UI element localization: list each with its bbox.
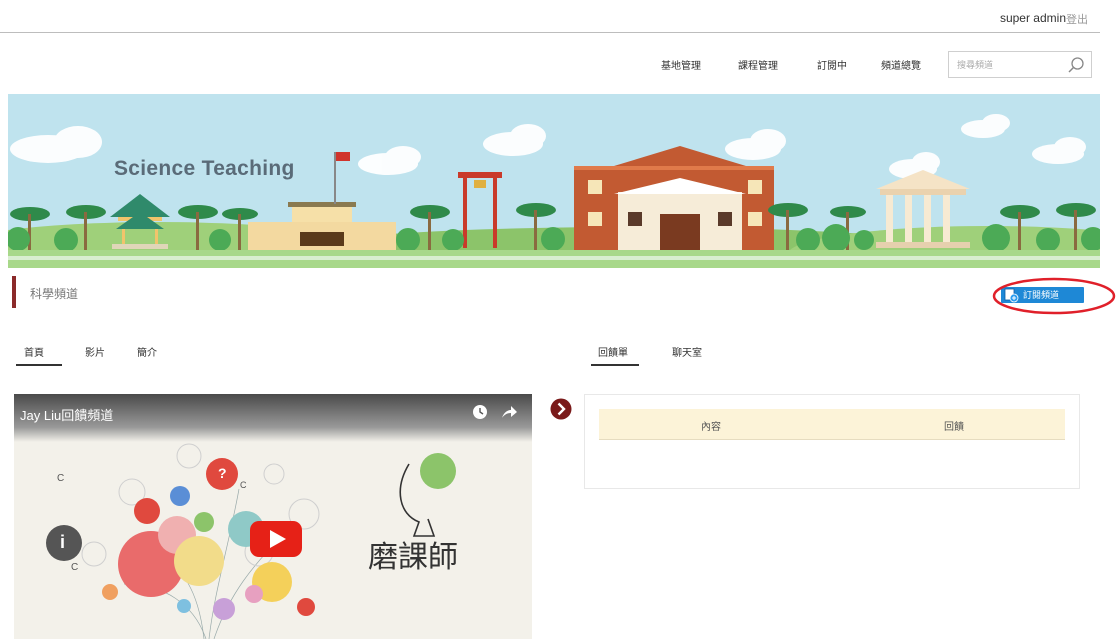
column-header-feedback: 回饋	[944, 422, 964, 433]
tab-home-active-underline	[16, 364, 62, 366]
search-box	[948, 51, 1092, 78]
chevron-right-icon[interactable]	[550, 398, 572, 420]
video-title[interactable]: Jay Liu回饋頻道	[20, 405, 113, 424]
nav-channel-overview[interactable]: 頻道總覽	[881, 57, 921, 72]
top-user-bar: super admin 登出	[0, 0, 1100, 33]
bubble-letter-3: C	[240, 480, 247, 490]
watch-later-icon[interactable]	[472, 404, 488, 420]
channel-title-accent	[12, 276, 16, 308]
bubble-letter-2: C	[71, 562, 79, 573]
share-icon[interactable]	[500, 404, 518, 420]
tab-intro[interactable]: 簡介	[137, 344, 157, 359]
channel-banner: Science Teaching	[8, 94, 1100, 268]
video-header-gradient: Jay Liu回饋頻道	[14, 394, 532, 442]
feedback-table-header: 內容 回饋	[599, 409, 1065, 440]
search-icon[interactable]	[1067, 56, 1085, 74]
nav-base-management[interactable]: 基地管理	[661, 57, 701, 72]
banner-title: Science Teaching	[114, 157, 295, 180]
tab-chat-room[interactable]: 聊天室	[672, 344, 702, 359]
channel-title: 科學頻道	[30, 287, 79, 301]
feedback-table-panel: 內容 回饋	[584, 394, 1080, 489]
logo-caption: 磨課師	[368, 540, 458, 575]
user-name[interactable]: super admin	[1000, 11, 1066, 25]
video-player[interactable]: C C C ? i 磨課師 Jay Liu回饋頻道	[14, 394, 532, 639]
logout-link[interactable]: 登出	[1066, 11, 1088, 27]
column-header-content: 內容	[701, 422, 721, 433]
highlight-annotation-circle	[992, 277, 1116, 315]
banner-illustration	[8, 94, 1100, 268]
question-mark-icon: ?	[218, 465, 227, 481]
tab-home[interactable]: 首頁	[24, 344, 44, 359]
tab-feedback-form[interactable]: 回饋單	[598, 344, 628, 359]
nav-course-management[interactable]: 課程管理	[738, 57, 778, 72]
nav-subscribed[interactable]: 訂閱中	[817, 57, 847, 72]
tab-feedback-active-underline	[591, 364, 639, 366]
search-input[interactable]	[957, 58, 1057, 72]
tab-videos[interactable]: 影片	[85, 344, 105, 359]
info-icon: i	[60, 532, 66, 552]
bubble-letter-1: C	[57, 473, 65, 484]
